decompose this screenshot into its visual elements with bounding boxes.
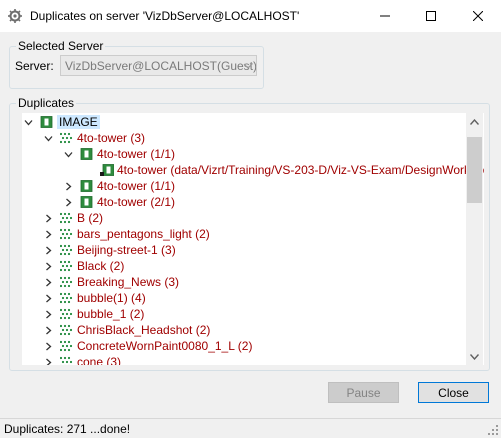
tree-row[interactable]: 4to-tower (data/Vizrt/Training/VS-203-D/… [82, 162, 484, 178]
duplicate-group-icon [60, 308, 74, 320]
duplicate-group-icon [60, 244, 74, 256]
image-type-icon [40, 116, 54, 128]
tree-row-label: cone (3) [77, 355, 122, 365]
tree-row-label: 4to-tower (1/1) [97, 147, 176, 161]
chevron-right-icon[interactable] [62, 180, 74, 192]
tree-row-label: B (2) [77, 211, 104, 225]
close-icon [473, 11, 483, 21]
status-bar: Duplicates: 271 ...done! [0, 418, 501, 438]
tree-row[interactable]: Breaking_News (3) [42, 274, 179, 290]
window-title: Duplicates on server 'VizDbServer@LOCALH… [30, 9, 300, 23]
chevron-right-icon[interactable] [42, 260, 54, 272]
chevron-right-icon[interactable] [42, 228, 54, 240]
tree-row[interactable]: 4to-tower (1/1) [62, 178, 175, 194]
chevron-right-icon[interactable] [42, 276, 54, 288]
image-item-icon [80, 180, 94, 192]
close-button[interactable]: Close [418, 382, 489, 403]
tree-row-label: IMAGE [57, 115, 100, 129]
resize-grip-icon[interactable] [487, 424, 499, 436]
chevron-right-icon[interactable] [42, 244, 54, 256]
tree-row[interactable]: ChrisBlack_Headshot (2) [42, 322, 210, 338]
tree-row[interactable]: Beijing-street-1 (3) [42, 242, 176, 258]
chevron-right-icon[interactable] [42, 212, 54, 224]
image-item-icon [80, 148, 94, 160]
tree-row-label: bubble_1 (2) [77, 307, 145, 321]
chevron-right-icon[interactable] [42, 292, 54, 304]
tree-row[interactable]: bubble_1 (2) [42, 306, 144, 322]
vertical-scrollbar[interactable] [466, 113, 483, 365]
tree-row-label: 4to-tower (2/1) [97, 195, 176, 209]
chevron-down-icon [470, 353, 479, 360]
selected-server-legend: Selected Server [16, 39, 106, 53]
duplicate-group-icon [60, 228, 74, 240]
tree-row[interactable]: Black (2) [42, 258, 124, 274]
chevron-down-icon[interactable] [42, 132, 54, 144]
duplicate-group-icon [60, 292, 74, 304]
tree-row-label: ChrisBlack_Headshot (2) [77, 323, 211, 337]
pause-button[interactable]: Pause [328, 382, 399, 403]
tree-row[interactable]: bubble(1) (4) [42, 290, 146, 306]
gear-icon [8, 9, 22, 23]
chevron-right-icon[interactable] [42, 340, 54, 352]
duplicates-legend: Duplicates [16, 96, 77, 110]
tree-row[interactable]: ConcreteWornPaint0080_1_L (2) [42, 338, 252, 354]
duplicate-group-icon [60, 324, 74, 336]
tree-row-label: Black (2) [77, 259, 125, 273]
close-window-button[interactable] [455, 0, 501, 32]
maximize-button[interactable] [408, 0, 454, 32]
duplicate-group-icon [60, 132, 74, 144]
tree-row[interactable]: 4to-tower (3) [42, 130, 145, 146]
status-text: Duplicates: 271 ...done! [4, 422, 131, 436]
tree-row[interactable]: bars_pentagons_light (2) [42, 226, 210, 242]
duplicate-group-icon [60, 356, 74, 365]
chevron-right-icon[interactable] [42, 356, 54, 365]
title-bar: Duplicates on server 'VizDbServer@LOCALH… [0, 0, 501, 32]
maximize-icon [426, 11, 436, 21]
duplicate-group-icon [60, 260, 74, 272]
server-select-value: VizDbServer@LOCALHOST(Guest) [65, 59, 257, 73]
tree-row[interactable]: 4to-tower (1/1) [62, 146, 175, 162]
duplicates-tree[interactable]: IMAGE 4to-tower (3) 4to-tower (1/1) 4to-tow… [22, 113, 484, 365]
server-select[interactable]: VizDbServer@LOCALHOST(Guest) [60, 55, 257, 76]
tree-row-label: bubble(1) (4) [77, 291, 146, 305]
chevron-right-icon[interactable] [42, 308, 54, 320]
image-link-icon [100, 164, 114, 176]
tree-row-label: Breaking_News (3) [77, 275, 180, 289]
tree-row-label: 4to-tower (data/Vizrt/Training/VS-203-D/… [117, 163, 484, 177]
tree-row-label: bars_pentagons_light (2) [77, 227, 210, 241]
scroll-up-button[interactable] [466, 113, 483, 130]
chevron-up-icon [470, 118, 479, 125]
tree-row-label: 4to-tower (1/1) [97, 179, 176, 193]
image-item-icon [80, 196, 94, 208]
tree-row-label: 4to-tower (3) [77, 131, 146, 145]
tree-row[interactable]: IMAGE [22, 114, 100, 130]
tree-row-label: ConcreteWornPaint0080_1_L (2) [77, 339, 253, 353]
scrollbar-thumb[interactable] [467, 137, 482, 203]
server-label: Server: [15, 59, 54, 73]
tree-row[interactable]: 4to-tower (2/1) [62, 194, 175, 210]
scroll-down-button[interactable] [466, 348, 483, 365]
minimize-icon [380, 15, 390, 17]
chevron-down-icon [243, 63, 253, 69]
chevron-down-icon[interactable] [62, 148, 74, 160]
tree-row-label: Beijing-street-1 (3) [77, 243, 176, 257]
tree-row[interactable]: cone (3) [42, 354, 121, 365]
duplicate-group-icon [60, 212, 74, 224]
chevron-down-icon[interactable] [22, 116, 34, 128]
tree-row[interactable]: B (2) [42, 210, 103, 226]
duplicate-group-icon [60, 340, 74, 352]
chevron-right-icon[interactable] [42, 324, 54, 336]
duplicate-group-icon [60, 276, 74, 288]
minimize-button[interactable] [362, 0, 408, 32]
chevron-right-icon[interactable] [62, 196, 74, 208]
